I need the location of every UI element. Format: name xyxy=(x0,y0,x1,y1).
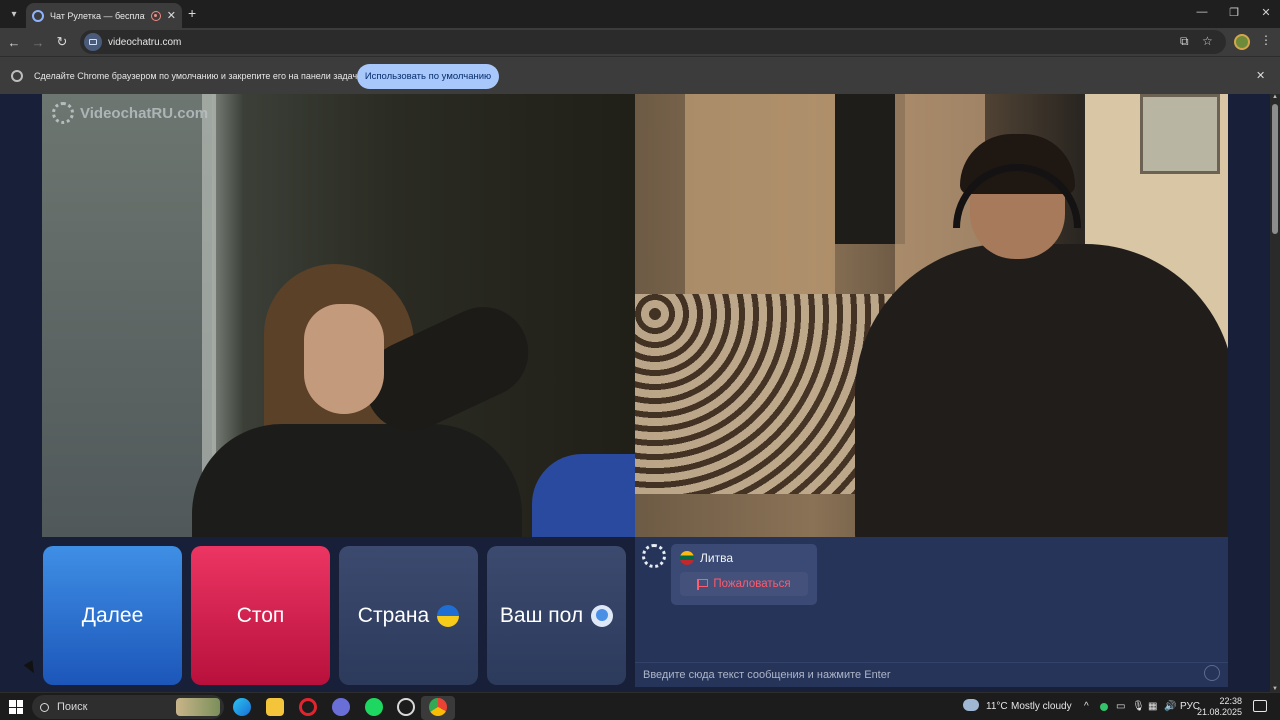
weather-description[interactable]: Mostly cloudy xyxy=(1011,701,1072,712)
edge-icon[interactable] xyxy=(233,698,251,716)
taskbar-search-label: Поиск xyxy=(57,701,88,713)
tray-chevron-icon[interactable]: ^ xyxy=(1084,701,1089,712)
tab-search-button[interactable]: ▾ xyxy=(4,4,24,24)
tab-close-icon[interactable]: ✕ xyxy=(167,9,176,22)
chrome-icon xyxy=(11,70,23,82)
weather-icon[interactable] xyxy=(963,699,979,711)
tab-active[interactable]: Чат Рулетка — бесплатны ✕ xyxy=(26,3,182,28)
report-flag-icon xyxy=(697,578,709,590)
taskbar-clock[interactable]: 22:38 21.08.2025 xyxy=(1196,696,1242,718)
opera-icon[interactable] xyxy=(299,698,317,716)
next-button[interactable]: Далее xyxy=(43,546,182,685)
search-icon xyxy=(40,702,49,712)
notifications-icon[interactable] xyxy=(1253,700,1267,712)
microphone-icon[interactable]: 🎙 xyxy=(1132,701,1145,712)
country-button[interactable]: Страна xyxy=(339,546,478,685)
ukraine-flag-icon xyxy=(437,604,460,627)
close-window-button[interactable]: ✕ xyxy=(1256,6,1276,19)
back-button[interactable]: ← xyxy=(6,34,22,50)
install-app-icon[interactable]: ⧉ xyxy=(1180,34,1189,49)
logo-text: VideochatRU.com xyxy=(80,104,209,122)
search-highlight-icon[interactable] xyxy=(176,698,220,716)
report-button[interactable]: Пожаловаться xyxy=(680,572,808,596)
chat-logo-icon xyxy=(642,544,666,568)
site-info-icon[interactable] xyxy=(84,33,102,51)
file-explorer-icon[interactable] xyxy=(266,698,284,716)
chat-message-input[interactable] xyxy=(635,662,1228,687)
forward-button[interactable]: → xyxy=(30,34,46,50)
emoji-icon[interactable] xyxy=(1204,665,1220,681)
restore-button[interactable]: ❐ xyxy=(1224,6,1244,19)
obs-icon[interactable] xyxy=(397,698,415,716)
reload-button[interactable]: ↻ xyxy=(54,34,70,50)
windows-taskbar: Поиск 11°C Mostly cloudy ^ ▭ 🎙 ▦ 🔊 РУС 2… xyxy=(0,692,1280,720)
report-label: Пожаловаться xyxy=(713,578,791,590)
chrome-icon-taskbar[interactable] xyxy=(429,698,447,716)
logo-icon xyxy=(52,102,74,124)
address-bar[interactable]: videochatru.com xyxy=(80,30,1226,54)
remote-video xyxy=(635,94,1228,537)
site-logo: VideochatRU.com xyxy=(52,102,208,124)
discord-icon[interactable] xyxy=(332,698,350,716)
gender-label: Ваш пол xyxy=(499,603,584,627)
set-default-button[interactable]: Использовать по умолчанию xyxy=(357,64,499,89)
volume-icon[interactable]: 🔊 xyxy=(1164,701,1176,712)
stop-label: Стоп xyxy=(236,603,285,627)
gender-button[interactable]: Ваш пол xyxy=(487,546,626,685)
minimize-button[interactable]: — xyxy=(1192,6,1212,18)
battery-icon[interactable]: ▭ xyxy=(1116,701,1125,712)
network-icon[interactable]: ▦ xyxy=(1148,701,1157,712)
site-favicon-icon xyxy=(32,9,44,22)
country-label: Страна xyxy=(357,603,430,627)
partner-country: Литва xyxy=(700,551,733,565)
status-dot-icon[interactable] xyxy=(1100,703,1108,711)
stop-button[interactable]: Стоп xyxy=(191,546,330,685)
scroll-up-icon[interactable]: ▲ xyxy=(1272,94,1278,100)
url-text: videochatru.com xyxy=(108,36,182,48)
bookmark-star-icon[interactable]: ☆ xyxy=(1202,34,1213,48)
page-scrollbar[interactable]: ▲ ▼ xyxy=(1270,94,1280,692)
menu-kebab-icon[interactable]: ⋮ xyxy=(1260,33,1272,47)
clock-date: 21.08.2025 xyxy=(1196,707,1242,717)
next-label: Далее xyxy=(81,603,144,627)
local-video xyxy=(42,94,635,537)
spotify-icon[interactable] xyxy=(365,698,383,716)
infobar-close-icon[interactable]: ✕ xyxy=(1256,69,1265,82)
lithuania-flag-icon xyxy=(680,551,694,565)
recording-icon xyxy=(150,10,161,21)
start-button[interactable] xyxy=(9,700,23,714)
gender-icon xyxy=(591,604,614,627)
profile-avatar[interactable] xyxy=(1234,34,1250,50)
weather-temp[interactable]: 11°C xyxy=(986,701,1008,712)
default-browser-infobar: Сделайте Chrome браузером по умолчанию и… xyxy=(0,56,1280,94)
infobar-message: Сделайте Chrome браузером по умолчанию и… xyxy=(34,71,360,81)
browser-toolbar: ← → ↻ videochatru.com ⧉ ☆ ⋮ xyxy=(0,28,1280,56)
clock-time: 22:38 xyxy=(1219,696,1242,706)
tab-title: Чат Рулетка — бесплатны xyxy=(50,10,145,21)
new-tab-button[interactable]: + xyxy=(188,5,196,21)
tab-strip: ▾ Чат Рулетка — бесплатны ✕ + — ❐ ✕ xyxy=(0,0,1280,28)
scroll-thumb[interactable] xyxy=(1272,104,1278,234)
